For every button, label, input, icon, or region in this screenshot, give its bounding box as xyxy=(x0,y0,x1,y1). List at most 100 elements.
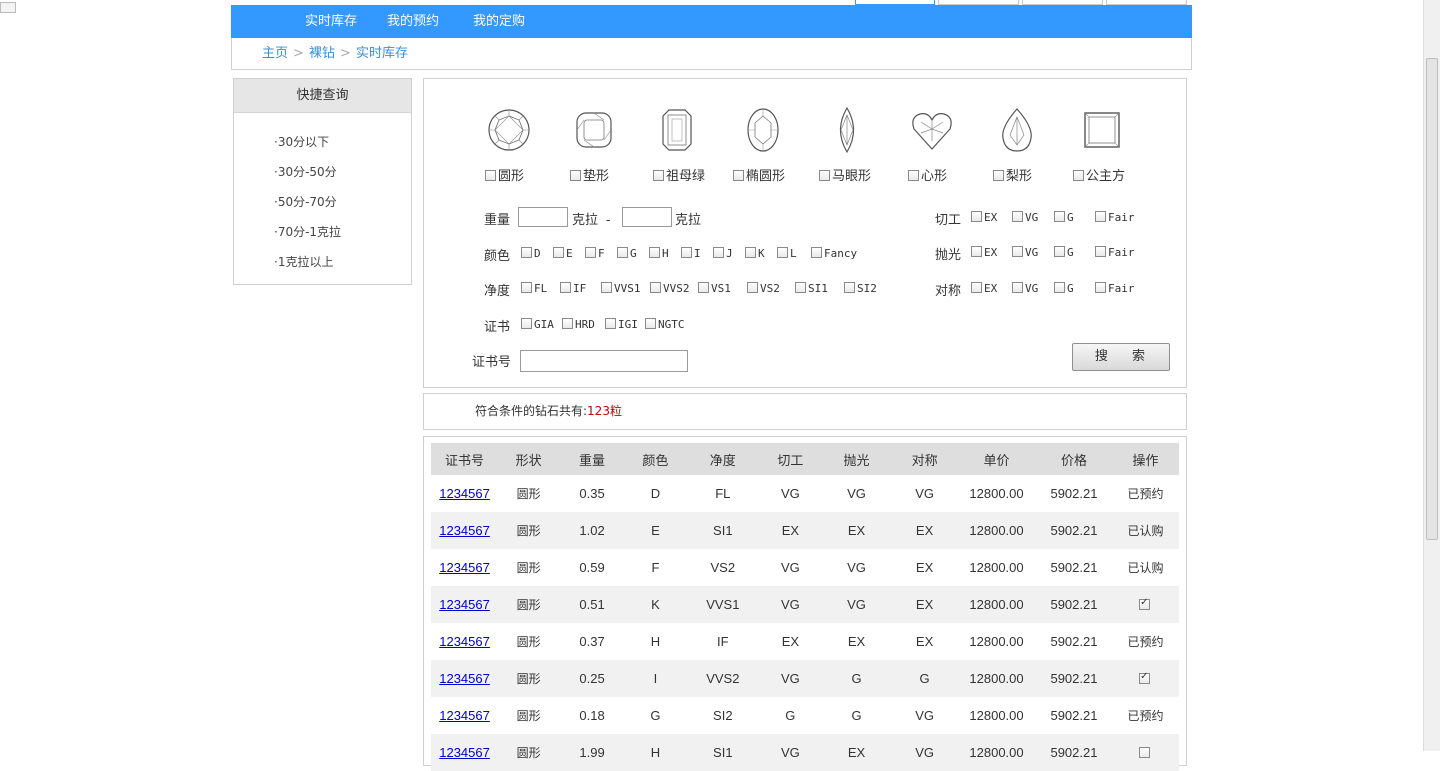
cert-number-link[interactable]: 1234567 xyxy=(439,634,490,649)
table-row: 1234567 圆形 0.37 H IF EX EX EX 12800.00 5902.21 已预约 xyxy=(431,623,1179,660)
color-option-i[interactable]: I xyxy=(681,247,701,260)
table-cell: VG xyxy=(821,586,892,623)
row-select-checkbox[interactable] xyxy=(1139,747,1151,758)
row-select-checkbox[interactable] xyxy=(1139,597,1151,610)
cert-number-link[interactable]: 1234567 xyxy=(439,560,490,575)
table-cell: EX xyxy=(847,634,866,649)
clarity-option-fl[interactable]: FL xyxy=(521,282,547,295)
table-cell: VG xyxy=(759,586,822,623)
shape-emerald[interactable]: 祖母绿 xyxy=(637,107,717,184)
table-cell: FL xyxy=(715,486,731,501)
sidebar-item[interactable]: ·50分-70分 xyxy=(274,187,411,217)
shape-round-checkbox[interactable] xyxy=(485,170,496,181)
clarity-option-vs1[interactable]: VS1 xyxy=(698,282,731,295)
breadcrumb-home[interactable]: 主页 xyxy=(262,38,288,69)
shape-cushion[interactable]: 垫形 xyxy=(554,107,634,184)
cert-number-link[interactable]: 1234567 xyxy=(439,523,490,538)
shape-marquise-checkbox[interactable] xyxy=(819,170,830,181)
polish-option-fair[interactable]: Fair xyxy=(1095,246,1135,259)
cert-number-link[interactable]: 1234567 xyxy=(439,745,490,760)
results-table: 证书号 形状 重量 颜色 净度 切工 抛光 对称 单价 价格 操作 1234567 圆形 0.35 D FL… xyxy=(431,443,1179,771)
shape-oval-checkbox[interactable] xyxy=(733,170,744,181)
breadcrumb: 主页 > 裸钻 > 实时库存 xyxy=(231,38,1192,70)
vertical-scrollbar[interactable] xyxy=(1423,0,1440,751)
table-cell: 已预约 xyxy=(1127,635,1164,649)
table-cell: 圆形 xyxy=(498,660,560,697)
color-option-e[interactable]: E xyxy=(553,247,573,260)
polish-option-vg[interactable]: VG xyxy=(1012,246,1038,259)
color-option-f[interactable]: F xyxy=(585,247,605,260)
shape-round[interactable]: 圆形 xyxy=(469,107,549,184)
cut-option-ex[interactable]: EX xyxy=(971,211,997,224)
weight-max-input[interactable] xyxy=(622,207,672,227)
color-option-j[interactable]: J xyxy=(713,247,733,260)
clarity-option-si2[interactable]: SI2 xyxy=(844,282,877,295)
color-option-g[interactable]: G xyxy=(617,247,637,260)
table-cell: VS2 xyxy=(710,560,736,575)
scrollbar-thumb[interactable] xyxy=(1426,58,1438,540)
clarity-option-vs2[interactable]: VS2 xyxy=(747,282,780,295)
table-cell: VG xyxy=(847,486,866,501)
cert-no-input[interactable] xyxy=(520,350,688,372)
shape-oval[interactable]: 椭圆形 xyxy=(723,107,803,184)
cert-number-link[interactable]: 1234567 xyxy=(439,708,490,723)
sidebar-item[interactable]: ·30分-50分 xyxy=(274,157,411,187)
cert-option-gia[interactable]: GIA xyxy=(521,318,554,331)
cert-option-igi[interactable]: IGI xyxy=(605,318,638,331)
color-option-h[interactable]: H xyxy=(649,247,669,260)
shape-heart-checkbox[interactable] xyxy=(908,170,919,181)
table-row: 1234567 圆形 0.25 I VVS2 VG G G 12800.00 5902.21 xyxy=(431,660,1179,697)
clarity-option-vvs1[interactable]: VVS1 xyxy=(601,282,641,295)
cut-option-vg[interactable]: VG xyxy=(1012,211,1038,224)
shape-princess[interactable]: 公主方 xyxy=(1062,107,1142,184)
symmetry-option-g[interactable]: G xyxy=(1054,282,1074,295)
search-button[interactable]: 搜 索 xyxy=(1072,343,1170,371)
shape-marquise[interactable]: 马眼形 xyxy=(807,107,887,184)
symmetry-option-fair[interactable]: Fair xyxy=(1095,282,1135,295)
clarity-option-si1[interactable]: SI1 xyxy=(795,282,828,295)
shape-princess-checkbox[interactable] xyxy=(1073,170,1084,181)
symmetry-option-ex[interactable]: EX xyxy=(971,282,997,295)
weight-min-input[interactable] xyxy=(518,207,568,227)
sidebar-item[interactable]: ·1克拉以上 xyxy=(274,247,411,277)
row-select-checkbox[interactable] xyxy=(1139,671,1151,684)
color-option-fancy[interactable]: Fancy xyxy=(811,247,857,260)
emerald-diamond-icon xyxy=(662,109,692,151)
nav-tab-my-reservations[interactable]: 我的预约 xyxy=(387,5,439,38)
shape-pear[interactable]: 梨形 xyxy=(977,107,1057,184)
column-header: 颜色 xyxy=(624,443,686,475)
color-option-k[interactable]: K xyxy=(745,247,765,260)
cut-option-g[interactable]: G xyxy=(1054,211,1074,224)
cert-option-hrd[interactable]: HRD xyxy=(562,318,595,331)
sidebar-item[interactable]: ·70分-1克拉 xyxy=(274,217,411,247)
breadcrumb-loose-diamond[interactable]: 裸钻 xyxy=(309,38,335,69)
page-corner-checkbox xyxy=(0,2,16,13)
table-cell: 12800.00 xyxy=(969,634,1024,649)
color-option-l[interactable]: L xyxy=(777,247,797,260)
cert-no-label: 证书号 xyxy=(472,355,512,370)
clarity-option-if[interactable]: IF xyxy=(560,282,586,295)
shape-heart[interactable]: 心形 xyxy=(892,107,972,184)
polish-option-ex[interactable]: EX xyxy=(971,246,997,259)
table-cell: 0.35 xyxy=(579,486,605,501)
table-cell: 1234567 xyxy=(431,512,499,549)
result-count-bar: 符合条件的钻石共有:123粒 xyxy=(423,393,1187,430)
shape-emerald-checkbox[interactable] xyxy=(653,170,664,181)
color-option-d[interactable]: D xyxy=(521,247,541,260)
polish-option-g[interactable]: G xyxy=(1054,246,1074,259)
clarity-option-vvs2[interactable]: VVS2 xyxy=(650,282,690,295)
symmetry-option-vg[interactable]: VG xyxy=(1012,282,1038,295)
shape-cushion-checkbox[interactable] xyxy=(570,170,581,181)
cut-option-fair[interactable]: Fair xyxy=(1095,211,1135,224)
sidebar-item[interactable]: ·30分以下 xyxy=(274,127,411,157)
cert-option-ngtc[interactable]: NGTC xyxy=(645,318,685,331)
shape-pear-checkbox[interactable] xyxy=(993,170,1004,181)
cert-label: 证书 xyxy=(484,320,511,335)
nav-tab-my-orders[interactable]: 我的定购 xyxy=(473,5,525,38)
cert-number-link[interactable]: 1234567 xyxy=(439,486,490,501)
table-cell: VG xyxy=(759,734,822,771)
cert-number-link[interactable]: 1234567 xyxy=(439,597,490,612)
nav-tab-realtime-stock[interactable]: 实时库存 xyxy=(305,5,357,38)
table-cell: 圆形 xyxy=(516,487,541,501)
cert-number-link[interactable]: 1234567 xyxy=(439,671,490,686)
